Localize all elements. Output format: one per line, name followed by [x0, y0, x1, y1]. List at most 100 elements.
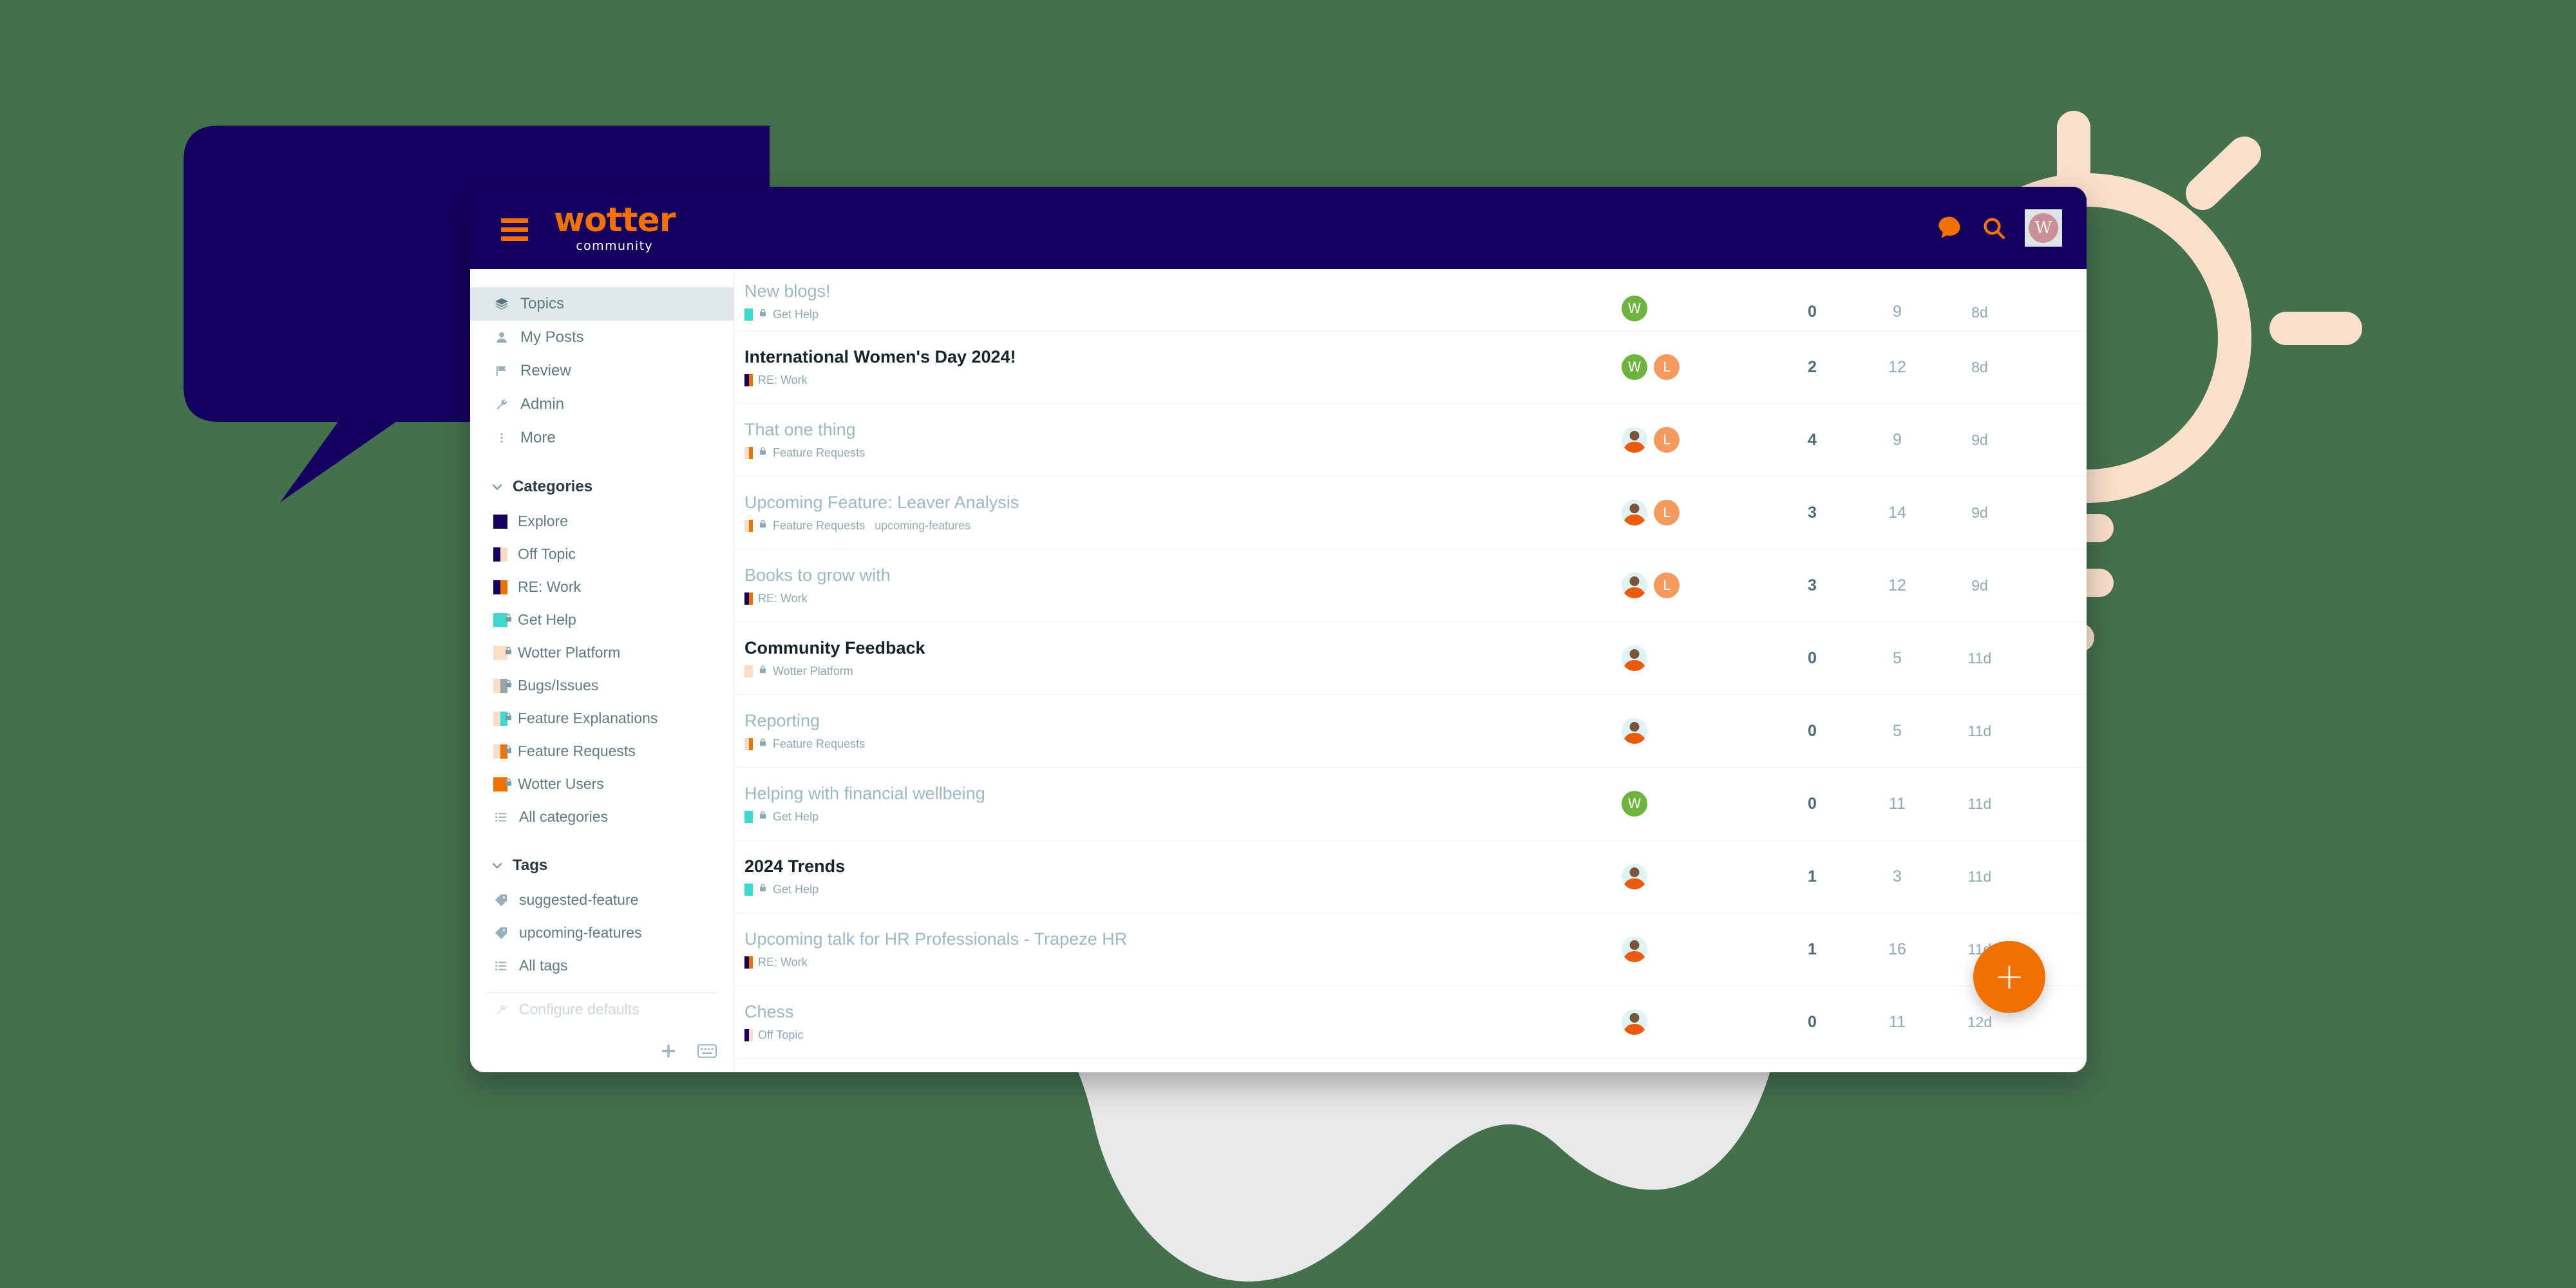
user-avatar[interactable]: W: [2025, 209, 2062, 247]
topic-replies: 3: [1808, 576, 1817, 594]
categories-section-header[interactable]: Categories: [470, 469, 734, 505]
sidebar-item-topics[interactable]: Topics: [470, 287, 734, 321]
tags-section-header[interactable]: Tags: [470, 848, 734, 884]
topic-category[interactable]: Get Help: [744, 810, 819, 824]
topic-title[interactable]: 2024 Trends: [744, 857, 1622, 876]
topic-title[interactable]: Books to grow with: [744, 565, 1622, 585]
poster-avatar[interactable]: [1622, 500, 1647, 526]
sidebar-category-wotter-platform[interactable]: Wotter Platform: [470, 636, 734, 669]
topic-posters: L: [1622, 500, 1770, 526]
topic-posters: W: [1622, 296, 1770, 321]
poster-avatar[interactable]: [1622, 936, 1647, 962]
topic-meta: Off Topic: [744, 1028, 1622, 1042]
all-categories-label: All categories: [519, 808, 609, 825]
lock-icon: [504, 741, 513, 753]
poster-avatar[interactable]: [1622, 645, 1647, 671]
sidebar-item-admin[interactable]: Admin: [470, 388, 734, 421]
topic-meta: Get Help: [744, 810, 1622, 824]
topic-title[interactable]: That one thing: [744, 420, 1622, 440]
category-label: RE: Work: [518, 578, 581, 595]
topic-views: 12: [1888, 576, 1906, 594]
plus-icon[interactable]: [659, 1041, 678, 1061]
poster-avatar[interactable]: L: [1654, 354, 1680, 380]
keyboard-icon[interactable]: [697, 1044, 717, 1058]
topic-category[interactable]: Feature Requests: [744, 446, 865, 460]
topic-title[interactable]: Upcoming Feature: Leaver Analysis: [744, 493, 1622, 513]
topic-views: 9: [1893, 430, 1902, 449]
topic-category[interactable]: RE: Work: [744, 592, 808, 605]
topic-activity: 11d: [1967, 867, 1992, 885]
tag-icon: [493, 893, 509, 907]
poster-avatar[interactable]: [1622, 718, 1647, 744]
topic-title[interactable]: Upcoming talk for HR Professionals - Tra…: [744, 929, 1622, 949]
topic-category[interactable]: Get Help: [744, 307, 819, 321]
category-label: Get Help: [518, 611, 576, 628]
poster-avatar[interactable]: L: [1654, 500, 1680, 526]
category-color-swatch: [493, 711, 511, 726]
all-tags-link[interactable]: All tags: [470, 949, 734, 982]
topic-meta: Feature Requests: [744, 446, 1622, 460]
lock-icon: [758, 446, 768, 460]
topic-category[interactable]: Feature Requests: [744, 518, 865, 533]
hamburger-icon[interactable]: [501, 218, 528, 241]
topic-title[interactable]: Helping with financial wellbeing: [744, 784, 1622, 804]
sidebar-category-off-topic[interactable]: Off Topic: [470, 538, 734, 571]
topic-posters: [1622, 718, 1770, 744]
chat-bubble-icon[interactable]: [1936, 214, 1963, 242]
sidebar-item-my-posts[interactable]: My Posts: [470, 321, 734, 354]
topic-title[interactable]: Chess: [744, 1002, 1622, 1022]
topic-posters: [1622, 645, 1770, 671]
topic-category[interactable]: RE: Work: [744, 374, 808, 387]
brand-logo[interactable]: wotter community: [554, 204, 676, 253]
sidebar-category-get-help[interactable]: Get Help: [470, 603, 734, 636]
topic-title[interactable]: International Women's Day 2024!: [744, 347, 1622, 367]
topic-category[interactable]: Feature Requests: [744, 737, 865, 751]
sidebar-category-bugs-issues[interactable]: Bugs/Issues: [470, 669, 734, 702]
sidebar-category-feature-requests[interactable]: Feature Requests: [470, 735, 734, 768]
poster-avatar[interactable]: W: [1622, 791, 1647, 817]
all-categories-link[interactable]: All categories: [470, 800, 734, 833]
category-color-swatch: [744, 956, 753, 969]
sidebar-category-explore[interactable]: Explore: [470, 505, 734, 538]
category-list: Explore Off Topic RE: Work Get Help Wott…: [470, 505, 734, 800]
configure-defaults-link[interactable]: Configure defaults: [470, 993, 734, 1026]
topic-category[interactable]: Wotter Platform: [744, 664, 853, 678]
poster-avatar[interactable]: W: [1622, 354, 1647, 380]
sidebar-item-more[interactable]: More: [470, 421, 734, 455]
topic-activity: 11d: [1967, 649, 1992, 667]
topic-list: New blogs! Get Help W 0 9 8d Internation…: [734, 269, 2087, 1072]
sidebar-tag-suggested-feature[interactable]: suggested-feature: [470, 884, 734, 916]
topic-title[interactable]: Community Feedback: [744, 638, 1622, 658]
table-row: That one thing Feature Requests L 4 9 9d: [734, 404, 2087, 477]
poster-avatar[interactable]: [1622, 573, 1647, 598]
topic-tag[interactable]: upcoming-features: [875, 519, 971, 533]
lock-icon: [758, 518, 768, 533]
topic-title[interactable]: Reporting: [744, 711, 1622, 731]
sidebar-category-re-work[interactable]: RE: Work: [470, 571, 734, 603]
poster-avatar[interactable]: [1622, 864, 1647, 889]
poster-avatar[interactable]: L: [1654, 573, 1680, 598]
search-icon[interactable]: [1981, 215, 2007, 241]
topic-category[interactable]: Get Help: [744, 882, 819, 896]
lock-icon: [504, 642, 513, 654]
category-color-swatch: [493, 580, 507, 594]
poster-avatar[interactable]: W: [1622, 296, 1647, 321]
sidebar-category-wotter-users[interactable]: Wotter Users: [470, 768, 734, 800]
topic-main: International Women's Day 2024! RE: Work: [744, 347, 1622, 386]
poster-avatar[interactable]: [1622, 1009, 1647, 1035]
topic-title[interactable]: New blogs!: [744, 281, 1622, 301]
topic-category[interactable]: RE: Work: [744, 956, 808, 969]
topic-activity: 9d: [1971, 431, 1988, 448]
poster-avatar[interactable]: L: [1654, 427, 1680, 453]
category-color-swatch: [744, 883, 753, 896]
topic-category-label: Feature Requests: [773, 518, 866, 532]
sidebar-category-feature-explanations[interactable]: Feature Explanations: [470, 702, 734, 735]
poster-avatar[interactable]: [1622, 427, 1647, 453]
sidebar: Topics My Posts Review Admin More Catego…: [470, 269, 734, 1072]
sidebar-item-review[interactable]: Review: [470, 354, 734, 388]
topic-category[interactable]: Off Topic: [744, 1028, 803, 1042]
category-color-swatch: [493, 744, 511, 759]
sidebar-tag-upcoming-features[interactable]: upcoming-features: [470, 916, 734, 949]
header-actions: W: [1936, 209, 2062, 247]
new-topic-button[interactable]: +: [1973, 941, 2045, 1013]
